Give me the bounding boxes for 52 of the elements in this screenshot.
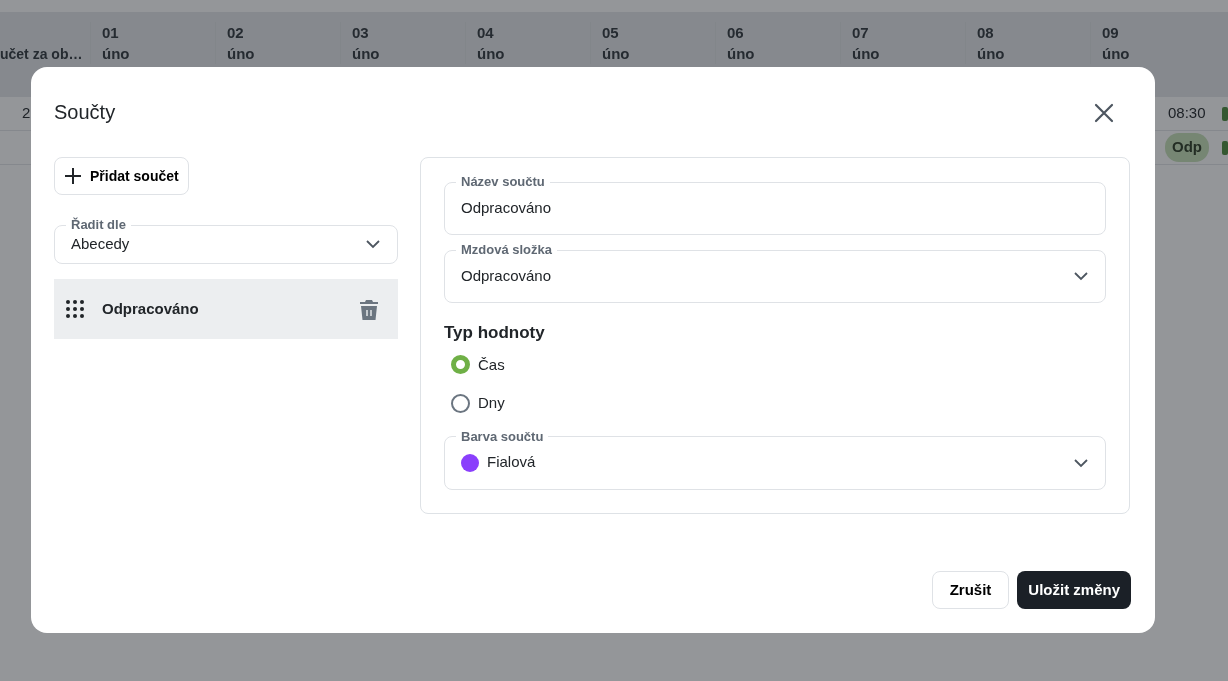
column-header: učet za ob…: [0, 46, 83, 62]
month-label: úno: [602, 44, 631, 64]
status-marker: [1222, 140, 1228, 155]
month-label: úno: [852, 44, 881, 64]
month-label: úno: [1102, 44, 1131, 64]
item-label: Odpracováno: [102, 298, 200, 319]
radio-option[interactable]: Dny: [444, 384, 513, 423]
month-label: úno: [477, 44, 506, 64]
wage-select[interactable]: Mzdová složka Odpracováno: [444, 242, 1106, 303]
save-button[interactable]: Uložit změny: [1017, 571, 1131, 609]
radio-button[interactable]: [451, 393, 470, 413]
field-label: Mzdová složka: [460, 242, 554, 258]
chevron-down-icon: [365, 239, 381, 249]
day-number: 05: [602, 23, 620, 43]
day-number: 06: [727, 23, 745, 43]
chevron-down-icon: [1073, 457, 1089, 468]
day-number: 09: [1102, 23, 1120, 43]
status-marker: [1222, 106, 1228, 121]
radio-option[interactable]: Čas: [444, 345, 513, 384]
day-number: 02: [227, 23, 245, 43]
name-input[interactable]: Název součtu Odpracováno: [444, 174, 1106, 235]
day-number: 01: [102, 23, 120, 43]
month-label: úno: [227, 44, 256, 64]
day-number: 07: [852, 23, 870, 43]
radio-button[interactable]: [451, 355, 470, 375]
field-value: Odpracováno: [461, 265, 552, 286]
table-cell-text: 2: [22, 103, 31, 124]
sort-select[interactable]: Řadit dle Abecedy: [54, 217, 398, 264]
section-heading: Typ hodnoty: [444, 322, 546, 344]
cancel-button[interactable]: Zrušit: [931, 571, 1010, 609]
chevron-down-icon: [1073, 271, 1089, 281]
list-item[interactable]: Odpracováno: [54, 279, 398, 339]
day-number: 03: [352, 23, 370, 43]
field-label: Název součtu: [460, 174, 546, 190]
select-value: Abecedy: [71, 233, 130, 254]
drag-handle-icon[interactable]: [66, 300, 84, 318]
day-number: 04: [477, 23, 495, 43]
day-number: 08: [977, 23, 995, 43]
time-cell-text: 08:30: [1168, 103, 1206, 124]
field-label: Barva součtu: [460, 428, 545, 445]
month-label: úno: [977, 44, 1006, 64]
status-badge: Odp: [1165, 133, 1209, 162]
add-button[interactable]: Přidat součet: [54, 157, 189, 195]
field-label: Řadit dle: [70, 217, 127, 233]
month-label: úno: [352, 44, 381, 64]
field-value: Odpracováno: [461, 197, 552, 218]
plus-icon: [64, 167, 82, 185]
month-label: úno: [727, 44, 756, 64]
field-value: Fialová: [487, 452, 536, 473]
modal-title: Součty: [54, 100, 116, 125]
month-label: úno: [102, 44, 131, 64]
trash-icon[interactable]: [360, 298, 378, 320]
